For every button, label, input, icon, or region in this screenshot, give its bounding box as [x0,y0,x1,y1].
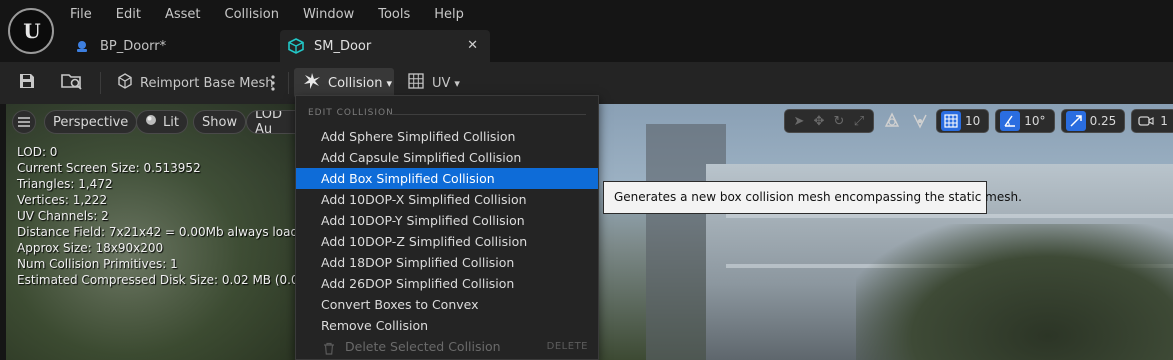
menu-item-add-10dop-z-collision[interactable]: Add 10DOP-Z Simplified Collision [296,231,598,252]
stat-collision-primitives: Num Collision Primitives: 1 [17,257,178,271]
perspective-label: Perspective [53,114,129,130]
menu-item-delete-selected-collision: Delete Selected Collision DELETE [296,336,598,357]
viewport-transform-tools: ➤ ✥ ↻ ⤢ 10 10° 0.25 1 [778,108,1173,134]
browse-asset-button[interactable] [60,68,84,98]
menu-item-add-capsule-collision[interactable]: Add Capsule Simplified Collision [296,147,598,168]
grid-snap-icon[interactable] [941,111,961,131]
more-options-icon[interactable] [270,68,276,98]
chevron-down-icon: ▾ [454,76,460,90]
unreal-logo-icon[interactable]: U [8,8,54,54]
rotation-snap-icon[interactable] [1000,111,1021,131]
lod-button[interactable]: LOD Au [246,110,302,134]
tooltip: Generates a new box collision mesh encom… [603,181,1022,214]
close-icon[interactable]: ✕ [467,38,478,53]
static-mesh-icon [288,38,304,54]
camera-speed-value: 1 [1160,114,1168,128]
scale-snap-value: 0.25 [1089,114,1117,128]
scale-snap-group[interactable]: 0.25 [1060,109,1126,133]
stat-disk-size: Estimated Compressed Disk Size: 0.02 MB … [17,273,321,287]
menu-edit[interactable]: Edit [104,0,153,30]
viewport-stats: LOD: 0 Current Screen Size: 0.513952 Tri… [17,144,320,288]
uv-grid-icon [408,73,424,93]
reimport-label: Reimport Base Mesh [140,75,274,91]
menu-item-add-26dop-collision[interactable]: Add 26DOP Simplified Collision [296,273,598,294]
tab-label: SM_Door [314,38,372,54]
stat-triangles: Triangles: 1,472 [17,177,113,191]
stat-vertices: Vertices: 1,222 [17,193,108,207]
collision-dropdown-button[interactable]: Collision ▾ [294,68,394,98]
translate-icon[interactable]: ✥ [809,111,829,131]
toolbar-divider [288,72,289,94]
background-scene [726,214,1173,218]
scale-icon[interactable]: ⤢ [849,111,869,131]
chevron-down-icon: ▾ [386,76,392,90]
menu-asset[interactable]: Asset [153,0,213,30]
menu-item-add-18dop-collision[interactable]: Add 18DOP Simplified Collision [296,252,598,273]
scale-snap-icon[interactable] [1065,111,1086,131]
rotation-snap-value: 10° [1024,114,1046,128]
show-label: Show [202,114,238,130]
section-header: EDIT COLLISION [308,108,394,118]
blueprint-icon [74,38,90,54]
coordinate-system-icon[interactable] [882,111,902,131]
camera-speed-group[interactable]: 1 [1131,109,1173,133]
surface-snapping-icon[interactable] [910,111,930,131]
uv-dropdown-button[interactable]: UV ▾ [408,68,460,98]
title-bar: U File Edit Asset Collision Window Tools… [0,0,1173,62]
menu-item-add-sphere-collision[interactable]: Add Sphere Simplified Collision [296,126,598,147]
reimport-icon [116,72,134,94]
section-divider [390,114,586,115]
menu-bar: File Edit Asset Collision Window Tools H… [58,0,476,30]
grid-snap-value: 10 [965,114,981,128]
collision-label: Collision [328,75,383,91]
stat-uv-channels: UV Channels: 2 [17,209,109,223]
tab-sm-door[interactable]: SM_Door ✕ [280,30,490,62]
show-button[interactable]: Show [193,110,247,134]
menu-file[interactable]: File [58,0,104,30]
trash-icon [323,340,335,360]
save-button[interactable] [18,68,36,98]
menu-item-label: Delete Selected Collision [345,339,501,354]
grid-snap-group[interactable]: 10 [936,109,990,133]
camera-icon[interactable] [1136,111,1156,131]
lod-label: LOD Au [255,110,283,134]
menu-help[interactable]: Help [422,0,476,30]
tab-label: BP_Doorr* [100,38,167,54]
menu-item-remove-collision[interactable]: Remove Collision [296,315,598,336]
menu-item-add-10dop-x-collision[interactable]: Add 10DOP-X Simplified Collision [296,189,598,210]
browse-folder-icon [60,71,84,95]
rotate-icon[interactable]: ↻ [829,111,849,131]
menu-collision[interactable]: Collision [213,0,291,30]
stat-approx-size: Approx Size: 18x90x200 [17,241,164,255]
select-arrow-icon[interactable]: ➤ [789,111,809,131]
lit-icon [145,114,157,130]
transform-mode-group: ➤ ✥ ↻ ⤢ [784,109,874,133]
background-scene [856,224,1173,360]
uv-label: UV [432,75,451,91]
save-icon [18,72,36,94]
menu-item-convert-boxes-to-convex[interactable]: Convert Boxes to Convex [296,294,598,315]
tab-bp-doorr[interactable]: BP_Doorr* [66,30,280,62]
collision-dropdown-menu: EDIT COLLISION Add Sphere Simplified Col… [295,95,599,360]
menu-item-add-box-collision[interactable]: Add Box Simplified Collision [296,168,598,189]
collision-icon [302,72,322,94]
menu-tools[interactable]: Tools [366,0,422,30]
menu-window[interactable]: Window [291,0,366,30]
toolbar-divider [100,72,101,94]
shortcut-label: DELETE [546,341,588,352]
stat-screen-size: Current Screen Size: 0.513952 [17,161,201,175]
stat-lod: LOD: 0 [17,145,58,159]
hamburger-menu-icon[interactable] [12,110,36,134]
lit-button[interactable]: Lit [136,110,188,134]
rotation-snap-group[interactable]: 10° [995,109,1055,133]
lit-label: Lit [163,114,179,130]
stat-distance-field: Distance Field: 7x21x42 = 0.00Mb always … [17,225,314,239]
reimport-base-mesh-button[interactable]: Reimport Base Mesh [116,68,274,98]
perspective-button[interactable]: Perspective [44,110,138,134]
menu-item-add-10dop-y-collision[interactable]: Add 10DOP-Y Simplified Collision [296,210,598,231]
